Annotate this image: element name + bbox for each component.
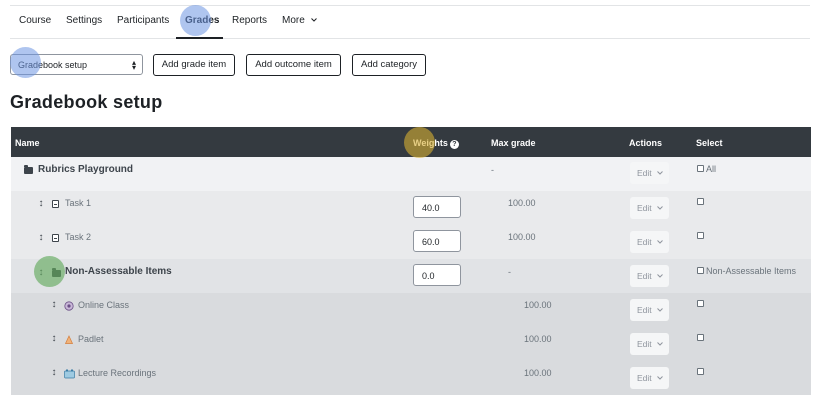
grade-item-name: Task 1 <box>65 198 92 208</box>
select-checkbox[interactable] <box>697 198 704 205</box>
category-name: Non-Assessable Items <box>65 266 172 277</box>
move-icon[interactable]: ↕ <box>38 198 44 209</box>
highlight-marker-grades <box>180 5 211 36</box>
max-grade: 100.00 <box>524 300 552 310</box>
chevron-down-icon <box>657 274 663 278</box>
select-category-label: Non-Assessable Items <box>706 266 797 276</box>
weight-value: 40.0 <box>422 203 440 213</box>
chevron-down-icon <box>657 206 663 210</box>
online-class-icon <box>64 301 74 311</box>
select-all-label: All <box>706 164 717 174</box>
select-checkbox[interactable] <box>697 368 704 375</box>
weight-value: 60.0 <box>422 237 440 247</box>
edit-menu[interactable]: Edit <box>630 367 669 389</box>
edit-label: Edit <box>637 203 652 213</box>
grade-item-name: Online Class <box>78 300 130 310</box>
move-icon[interactable]: ↕ <box>38 232 44 243</box>
add-category-button[interactable]: Add category <box>352 54 426 76</box>
grade-item-name: Padlet <box>78 334 104 344</box>
select-checkbox[interactable] <box>697 334 704 341</box>
help-icon[interactable]: ? <box>449 140 459 149</box>
nav-reports[interactable]: Reports <box>232 15 267 26</box>
chevron-down-icon <box>657 240 663 244</box>
max-grade: 100.00 <box>508 232 536 242</box>
max-grade: 100.00 <box>524 334 552 344</box>
table-row: ↕ Task 1 40.0 100.00 Edit <box>11 191 811 225</box>
highlight-marker-move-category <box>34 256 65 287</box>
chevron-down-icon <box>310 18 317 23</box>
header-actions: Actions <box>629 138 663 148</box>
table-row: ↕ Non-Assessable Items 0.0 - Edit Non-As… <box>11 259 811 293</box>
select-arrows-icon: ▴ ▾ <box>131 58 136 72</box>
nav-more[interactable]: More <box>282 15 317 26</box>
edit-menu[interactable]: Edit <box>630 299 669 321</box>
table-row: ↕ Online Class 100.00 Edit <box>11 293 811 327</box>
chevron-down-icon <box>657 171 663 175</box>
edit-label: Edit <box>637 168 652 178</box>
edit-menu[interactable]: Edit <box>630 333 669 355</box>
max-grade: 100.00 <box>524 368 552 378</box>
edit-menu[interactable]: Edit <box>630 197 669 219</box>
table-row: ↕ Padlet 100.00 Edit <box>11 327 811 361</box>
category-name: Rubrics Playground <box>38 164 134 175</box>
nav-course[interactable]: Course <box>19 15 51 26</box>
weight-value: 0.0 <box>422 271 435 281</box>
weight-input[interactable]: 60.0 <box>413 230 461 252</box>
move-icon[interactable]: ↕ <box>51 367 57 378</box>
page-title: Gradebook setup <box>10 92 163 112</box>
edit-label: Edit <box>637 271 652 281</box>
grade-item-icon <box>52 234 59 242</box>
select-checkbox[interactable] <box>697 300 704 307</box>
edit-label: Edit <box>637 237 652 247</box>
nav-participants[interactable]: Participants <box>117 15 169 26</box>
header-name: Name <box>15 138 40 148</box>
edit-label: Edit <box>637 339 652 349</box>
grade-item-name: Lecture Recordings <box>78 368 157 378</box>
padlet-icon <box>64 335 74 344</box>
edit-label: Edit <box>637 373 652 383</box>
table-row: Rubrics Playground - Edit All <box>11 157 811 191</box>
nav-more-label: More <box>282 15 305 26</box>
select-checkbox[interactable] <box>697 232 704 239</box>
highlight-marker-weights <box>404 127 435 158</box>
nav-settings[interactable]: Settings <box>66 15 102 26</box>
table-row: ↕ Task 2 60.0 100.00 Edit <box>11 225 811 259</box>
lecture-recordings-icon <box>64 369 75 379</box>
select-all-checkbox[interactable] <box>697 165 704 172</box>
weight-input[interactable]: 0.0 <box>413 264 461 286</box>
select-category-checkbox[interactable] <box>697 267 704 274</box>
chevron-down-icon <box>657 308 663 312</box>
table-row: ↕ Lecture Recordings 100.00 Edit <box>11 361 811 395</box>
move-icon[interactable]: ↕ <box>51 299 57 310</box>
chevron-down-icon <box>657 342 663 346</box>
grade-item-name: Task 2 <box>65 232 92 242</box>
weight-input[interactable]: 40.0 <box>413 196 461 218</box>
active-tab-indicator <box>176 37 223 39</box>
add-grade-item-button[interactable]: Add grade item <box>153 54 235 76</box>
highlight-marker-gradebook-select <box>10 47 41 78</box>
grade-item-icon <box>52 200 59 208</box>
max-grade: - <box>491 165 494 175</box>
chevron-down-icon <box>657 376 663 380</box>
edit-menu[interactable]: Edit <box>630 265 669 287</box>
edit-label: Edit <box>637 305 652 315</box>
max-grade: - <box>508 267 511 277</box>
header-max-grade: Max grade <box>491 138 536 148</box>
move-icon[interactable]: ↕ <box>51 333 57 344</box>
secondary-navigation: Course Settings Participants Grades Repo… <box>10 6 810 39</box>
add-outcome-item-button[interactable]: Add outcome item <box>246 54 341 76</box>
header-select: Select <box>696 138 723 148</box>
edit-menu[interactable]: Edit <box>630 162 669 184</box>
folder-icon <box>24 165 33 174</box>
edit-menu[interactable]: Edit <box>630 231 669 253</box>
max-grade: 100.00 <box>508 198 536 208</box>
